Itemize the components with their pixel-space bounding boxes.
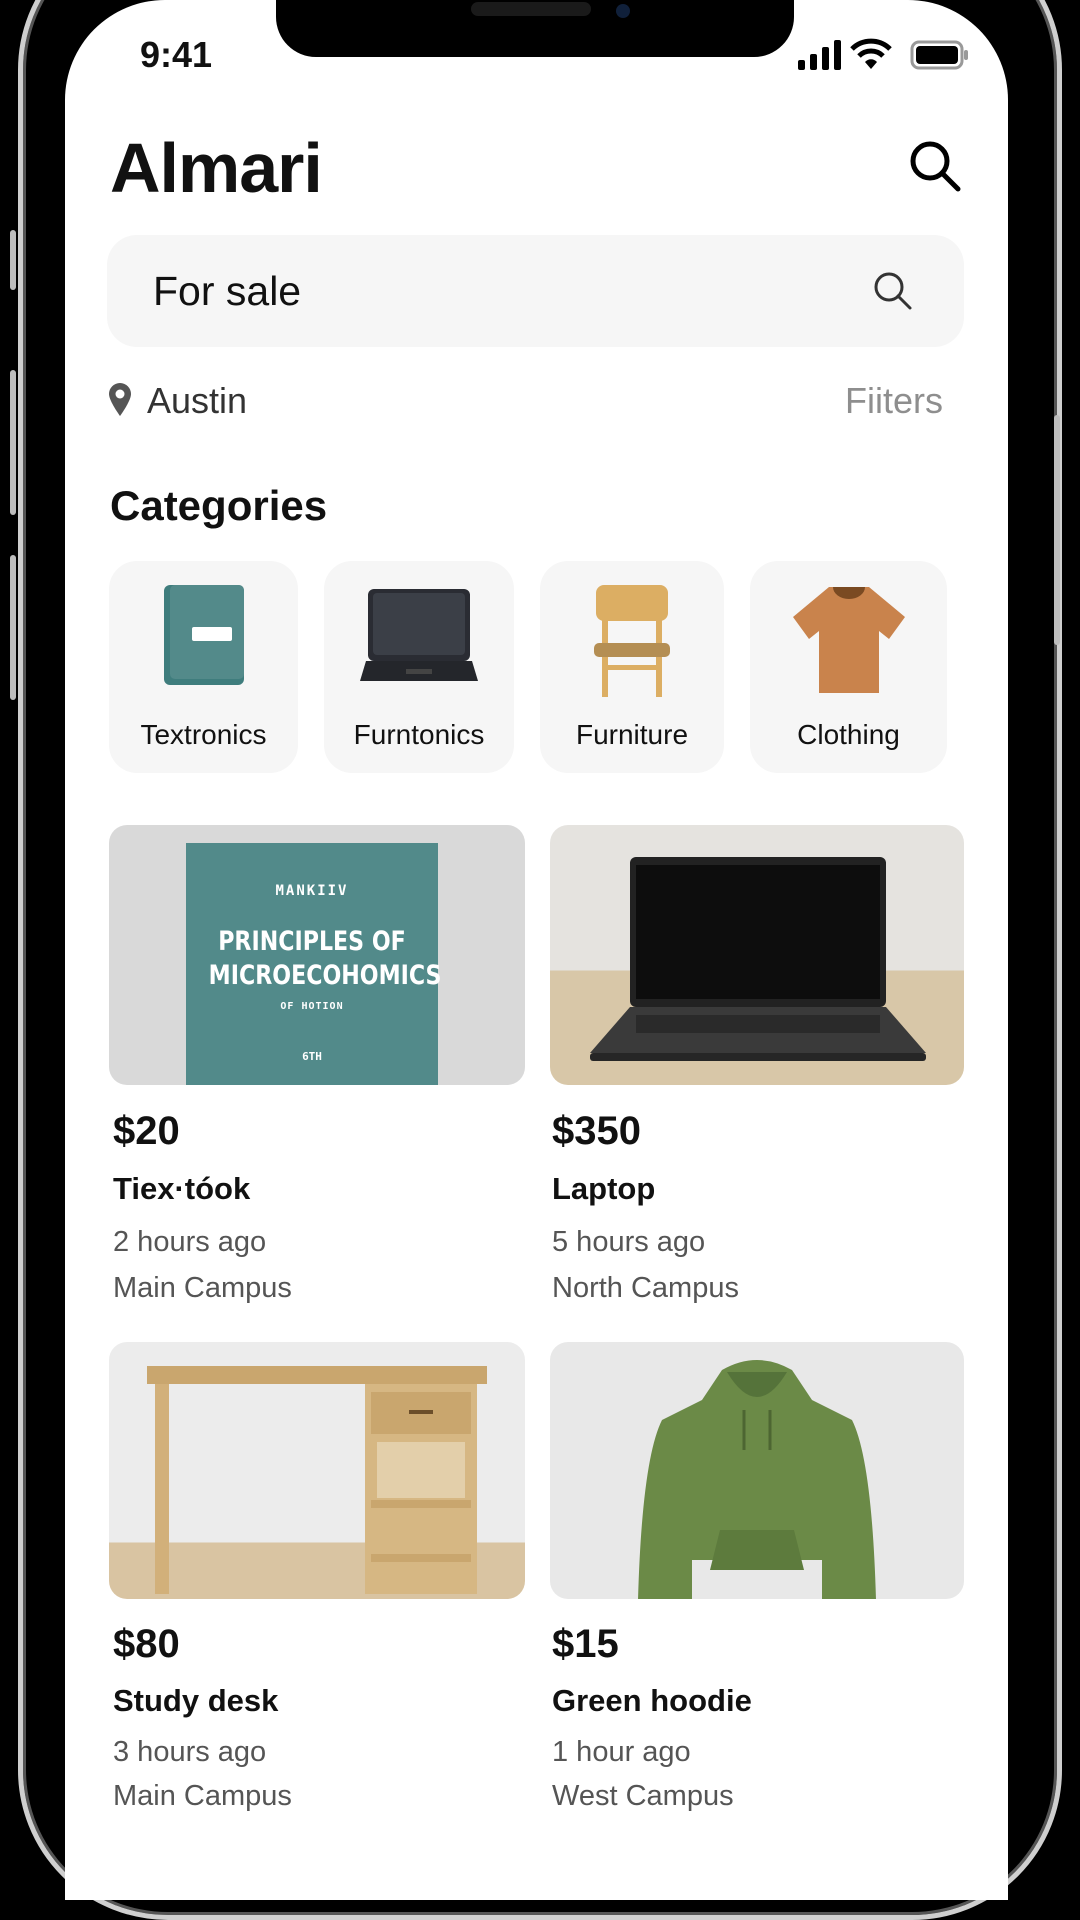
filters-button[interactable]: Fiiters [845, 380, 943, 422]
tshirt-icon [792, 587, 905, 693]
chair-icon [594, 585, 670, 697]
signal-icon [798, 40, 841, 70]
location-pin-icon [109, 383, 131, 416]
power-button [1054, 415, 1060, 645]
listing-time: 5 hours ago [552, 1226, 706, 1258]
listing-location: Main Campus [113, 1272, 292, 1304]
listing-title[interactable]: Green hoodie [552, 1683, 752, 1719]
laptop-icon [360, 589, 478, 681]
listing-price: $350 [552, 1109, 641, 1153]
search-icon[interactable] [907, 138, 963, 194]
listing-image-desk[interactable] [109, 1342, 525, 1599]
listing-image-hoodie[interactable] [550, 1342, 964, 1599]
laptop-photo [590, 857, 926, 1061]
listing-location: West Campus [552, 1780, 734, 1812]
wifi-icon [850, 38, 892, 69]
mute-switch [10, 230, 16, 290]
categories-heading: Categories [110, 482, 328, 529]
book-subtitle: OF HOTION [280, 1001, 344, 1012]
listing-location: Main Campus [113, 1780, 292, 1812]
category-clothing[interactable]: Clothing [750, 561, 947, 773]
listing-price: $80 [113, 1622, 180, 1666]
listing-image-laptop[interactable] [550, 825, 964, 1085]
category-label: Clothing [797, 719, 900, 750]
book-title-line2: MICROECOHOMICS [208, 960, 442, 991]
listing-price: $15 [552, 1622, 619, 1666]
listing-time: 2 hours ago [113, 1226, 267, 1258]
app-title: Almari [110, 129, 323, 207]
battery-icon [910, 40, 968, 70]
desk-photo [147, 1366, 487, 1594]
listing-price: $20 [113, 1109, 180, 1153]
listing-title[interactable]: Laptop [552, 1171, 655, 1207]
search-input[interactable]: For sale [107, 235, 964, 347]
status-time: 9:41 [140, 34, 213, 75]
location-city: Austin [147, 380, 248, 421]
category-furniture[interactable]: Furniture [540, 561, 724, 773]
listing-image-textbook[interactable]: MANKIIV PRINCIPLES OF MICROECOHOMICS OF … [109, 825, 525, 1085]
hoodie-photo [638, 1360, 876, 1599]
category-label: Furniture [575, 719, 689, 750]
search-icon[interactable] [872, 270, 914, 312]
book-cover: MANKIIV PRINCIPLES OF MICROECOHOMICS OF … [186, 843, 442, 1085]
listing-time: 1 hour ago [552, 1736, 691, 1768]
location-selector[interactable]: Austin [107, 380, 247, 422]
category-furntonics[interactable]: Furntonics [324, 561, 514, 773]
screen: 9:41 Almari For sale Austin Fiiters Cate… [65, 0, 1008, 1900]
category-textronics[interactable]: Textronics [109, 561, 298, 773]
listing-time: 3 hours ago [113, 1736, 267, 1768]
listing-location: North Campus [552, 1272, 739, 1304]
search-value: For sale [153, 268, 302, 314]
notch [276, 0, 794, 57]
volume-down-button [10, 555, 16, 700]
category-label: Textronics [140, 719, 267, 750]
book-edition: 6TH [302, 1050, 322, 1063]
book-author: MANKIIV [275, 883, 349, 899]
listing-title[interactable]: Study desk [113, 1683, 278, 1719]
category-label: Furntonics [353, 719, 485, 750]
book-icon [163, 585, 244, 685]
listing-title[interactable]: Tiex·tóok [113, 1171, 250, 1207]
book-title-line1: PRINCIPLES OF [218, 926, 406, 957]
volume-up-button [10, 370, 16, 515]
